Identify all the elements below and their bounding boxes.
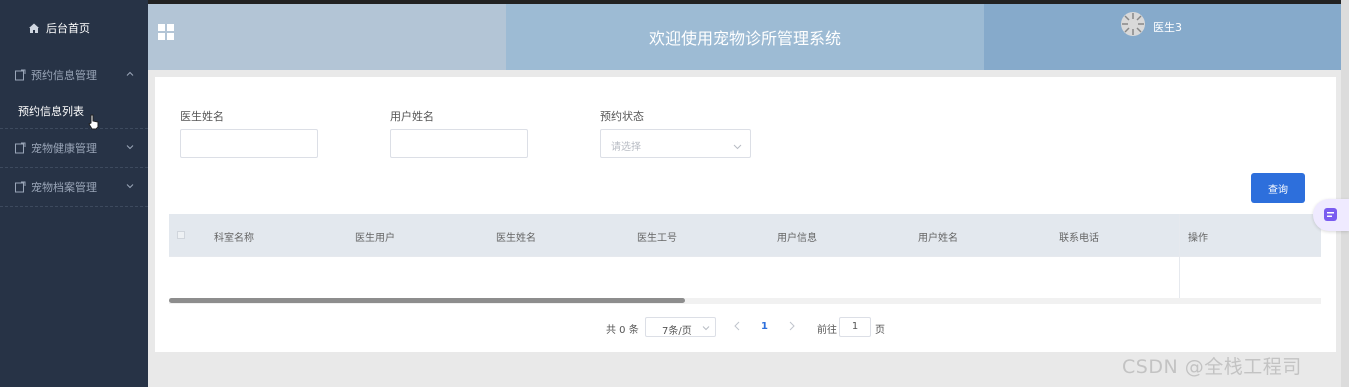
page-size-value: 7条/页 bbox=[662, 326, 692, 337]
goto-label: 前往 bbox=[817, 325, 837, 336]
sidebar-group-label: 宠物档案管理 bbox=[31, 181, 97, 194]
floating-assistant-button[interactable] bbox=[1313, 199, 1349, 231]
column-header: 医生姓名 bbox=[496, 233, 536, 244]
top-header: 欢迎使用宠物诊所管理系统 医生3 bbox=[148, 0, 1341, 70]
status-placeholder: 请选择 bbox=[611, 142, 641, 153]
sidebar-group-label: 宠物健康管理 bbox=[31, 142, 97, 155]
chevron-down-icon bbox=[702, 324, 710, 332]
page-number[interactable]: 1 bbox=[761, 321, 768, 332]
document-icon bbox=[14, 142, 26, 154]
sidebar-group-pet-records-header[interactable]: 宠物档案管理 bbox=[0, 168, 148, 206]
assistant-icon bbox=[1324, 208, 1337, 221]
sidebar-group-appointment: 预约信息管理 预约信息列表 bbox=[0, 56, 148, 129]
page-size-select[interactable]: 7条/页 bbox=[645, 317, 716, 337]
user-name-input[interactable] bbox=[390, 129, 528, 158]
sidebar-item-label: 预约信息列表 bbox=[18, 105, 84, 118]
sidebar-group-pet-records: 宠物档案管理 bbox=[0, 168, 148, 207]
table-scrollbar-thumb[interactable] bbox=[169, 298, 685, 303]
column-header-actions: 操作 bbox=[1188, 233, 1208, 244]
data-table: 科室名称 医生用户 医生姓名 医生工号 用户信息 用户姓名 联系电话 操作 bbox=[169, 214, 1321, 304]
sidebar-group-appointment-header[interactable]: 预约信息管理 bbox=[0, 56, 148, 94]
pointer-cursor-icon bbox=[88, 114, 100, 130]
next-page-icon[interactable] bbox=[788, 320, 796, 332]
divider bbox=[169, 256, 1321, 257]
avatar bbox=[1120, 11, 1146, 37]
column-header: 医生工号 bbox=[637, 233, 677, 244]
home-icon bbox=[28, 22, 40, 34]
column-header: 科室名称 bbox=[214, 233, 254, 244]
column-header: 联系电话 bbox=[1059, 233, 1099, 244]
sidebar-home[interactable]: 后台首页 bbox=[0, 0, 148, 56]
column-header: 用户姓名 bbox=[918, 233, 958, 244]
column-header: 用户信息 bbox=[777, 233, 817, 244]
goto-page-input[interactable]: 1 bbox=[839, 317, 871, 337]
user-name-label: 用户姓名 bbox=[390, 110, 434, 123]
chevron-down-icon bbox=[733, 140, 742, 150]
document-icon bbox=[14, 69, 26, 81]
status-select[interactable]: 请选择 bbox=[600, 129, 751, 158]
chevron-up-icon bbox=[126, 70, 134, 78]
query-button[interactable]: 查询 bbox=[1251, 173, 1305, 203]
select-all-checkbox[interactable] bbox=[177, 231, 185, 239]
sidebar-group-pet-health-header[interactable]: 宠物健康管理 bbox=[0, 129, 148, 167]
username: 医生3 bbox=[1153, 21, 1182, 34]
total-count: 共 0 条 bbox=[606, 325, 639, 336]
divider bbox=[1179, 214, 1180, 304]
main-panel: 医生姓名 用户姓名 预约状态 请选择 查询 科室名称 医生用户 医生姓名 医生工… bbox=[155, 77, 1336, 352]
sidebar-home-label: 后台首页 bbox=[46, 22, 90, 35]
sidebar: 后台首页 预约信息管理 预约信息列表 宠物健康管理 宠物档案管理 bbox=[0, 0, 148, 387]
column-header: 医生用户 bbox=[355, 233, 395, 244]
table-header: 科室名称 医生用户 医生姓名 医生工号 用户信息 用户姓名 联系电话 操作 bbox=[169, 214, 1321, 256]
document-icon bbox=[14, 181, 26, 193]
sidebar-group-label: 预约信息管理 bbox=[31, 69, 97, 82]
chevron-down-icon bbox=[126, 182, 134, 190]
prev-page-icon[interactable] bbox=[733, 320, 741, 332]
sidebar-group-pet-health: 宠物健康管理 bbox=[0, 129, 148, 168]
chevron-down-icon bbox=[126, 143, 134, 151]
doctor-name-input[interactable] bbox=[180, 129, 318, 158]
page-suffix: 页 bbox=[875, 325, 885, 336]
page-title: 欢迎使用宠物诊所管理系统 bbox=[506, 4, 984, 70]
menu-grid-icon[interactable] bbox=[158, 24, 174, 40]
pagination: 共 0 条 7条/页 1 前往 1 页 bbox=[155, 317, 1336, 337]
page-scrollbar[interactable] bbox=[1341, 0, 1349, 387]
sidebar-item-appointment-list[interactable]: 预约信息列表 bbox=[0, 94, 148, 128]
doctor-name-label: 医生姓名 bbox=[180, 110, 224, 123]
user-area[interactable]: 医生3 bbox=[984, 4, 1341, 70]
watermark: CSDN @全栈工程司 bbox=[1122, 356, 1302, 378]
status-label: 预约状态 bbox=[600, 110, 644, 123]
